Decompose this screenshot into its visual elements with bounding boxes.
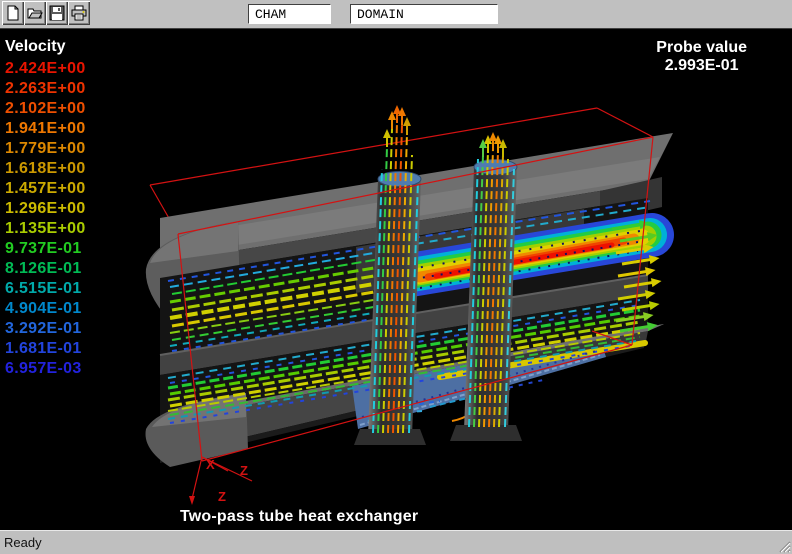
new-document-button[interactable] [2, 1, 24, 25]
legend-item: 1.681E-01 [5, 340, 86, 360]
legend-item: 9.737E-01 [5, 240, 86, 260]
axis-z-label: Z [240, 463, 248, 478]
open-file-button[interactable] [24, 1, 46, 25]
print-button[interactable] [68, 1, 90, 25]
open-folder-icon [27, 5, 43, 21]
legend-item: 1.779E+00 [5, 140, 86, 160]
toolbar: CHAM DOMAIN [0, 0, 792, 29]
legend-item: 6.957E-03 [5, 360, 86, 380]
legend-item: 6.515E-01 [5, 280, 86, 300]
axis-indicator: X Z Z [189, 457, 252, 505]
probe-value: 2.993E-01 [656, 57, 747, 75]
domain-field[interactable]: DOMAIN [350, 4, 498, 24]
resize-grip-icon[interactable] [778, 540, 791, 553]
new-document-icon [5, 5, 21, 21]
cfd-scene: X Z Z [0, 29, 792, 530]
printer-icon [71, 5, 87, 21]
legend-item: 2.263E+00 [5, 80, 86, 100]
legend-item: 2.102E+00 [5, 100, 86, 120]
legend-item: 1.135E+00 [5, 220, 86, 240]
legend-item: 1.457E+00 [5, 180, 86, 200]
save-floppy-icon [49, 5, 65, 21]
probe-readout: Probe value 2.993E-01 [656, 39, 747, 75]
application-window: { "toolbar": { "buttons": [ {"name": "ne… [0, 0, 792, 554]
save-button[interactable] [46, 1, 68, 25]
legend-item: 8.126E-01 [5, 260, 86, 280]
status-text: Ready [4, 535, 42, 550]
velocity-legend: Velocity 2.424E+00 2.263E+00 2.102E+00 1… [5, 38, 86, 380]
legend-title: Velocity [5, 38, 86, 60]
axis-x-label: X [206, 457, 215, 472]
axis-z2-label: Z [218, 489, 226, 504]
cham-field[interactable]: CHAM [248, 4, 331, 24]
legend-item: 2.424E+00 [5, 60, 86, 80]
legend-item: 4.904E-01 [5, 300, 86, 320]
legend-item: 1.941E+00 [5, 120, 86, 140]
viewport-3d[interactable]: X Z Z Velocity 2.424E+00 2.263E+00 2.102… [0, 29, 792, 530]
legend-item: 1.296E+00 [5, 200, 86, 220]
legend-item: 1.618E+00 [5, 160, 86, 180]
probe-label: Probe value [656, 39, 747, 57]
legend-item: 3.292E-01 [5, 320, 86, 340]
scene-caption: Two-pass tube heat exchanger [180, 508, 418, 526]
status-bar: Ready [0, 530, 792, 554]
